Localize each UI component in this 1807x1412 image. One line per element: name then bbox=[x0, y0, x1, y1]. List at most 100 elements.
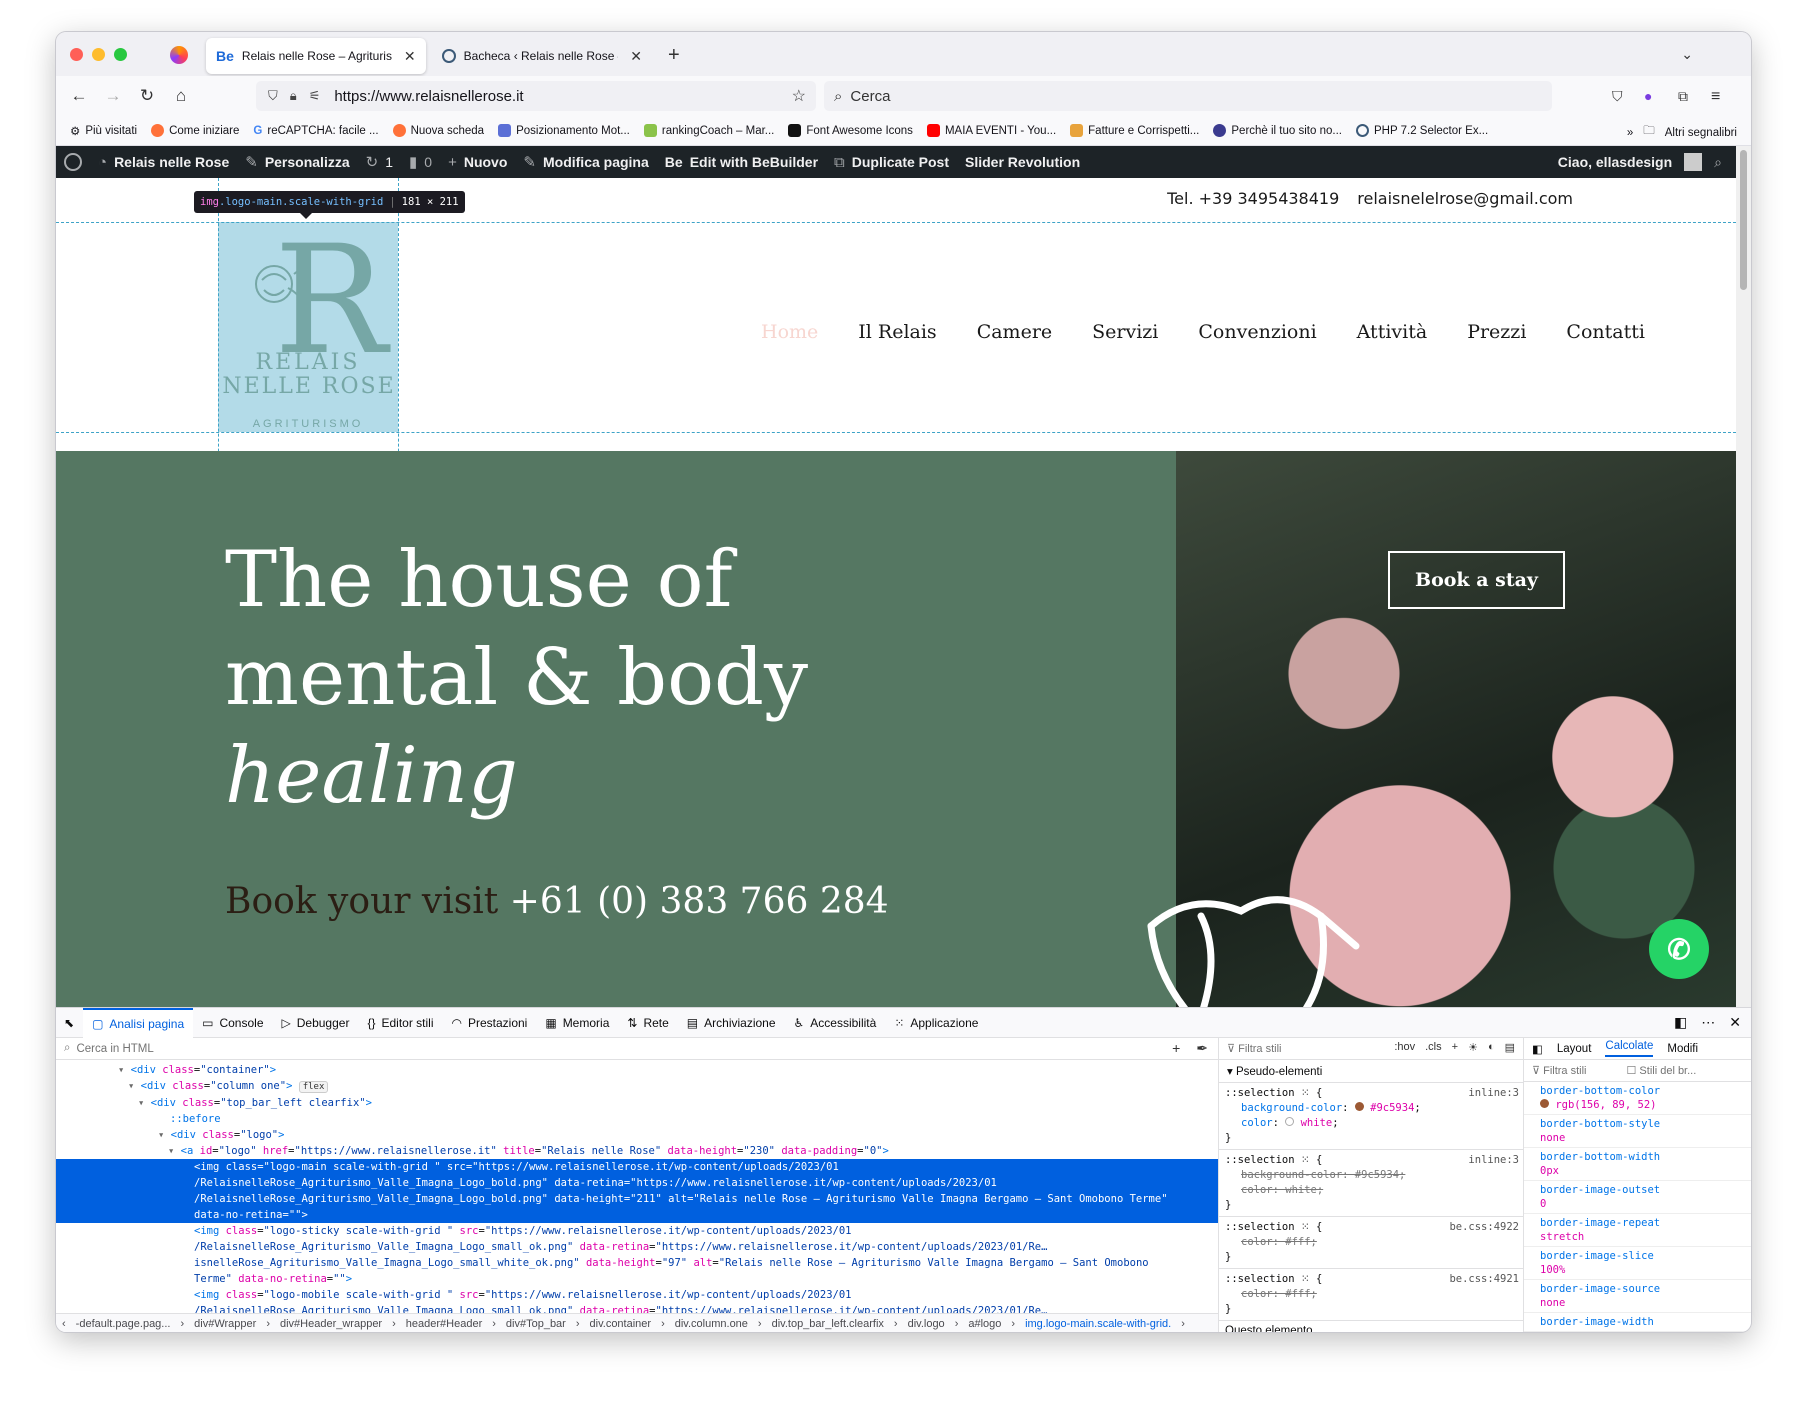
minimize-window-button[interactable] bbox=[92, 48, 105, 61]
chevron-left-icon[interactable]: ‹ bbox=[62, 1318, 66, 1330]
bookmark-item[interactable]: Nuova scheda bbox=[392, 124, 484, 137]
site-logo[interactable]: R RELAIS NELLE ROSE AGRITURISMO bbox=[218, 214, 398, 432]
close-tab-icon[interactable]: ✕ bbox=[630, 48, 642, 65]
close-devtools-icon[interactable]: ✕ bbox=[1729, 1014, 1741, 1031]
phone-link[interactable]: Tel. +39 3495438419 bbox=[1167, 189, 1339, 208]
breadcrumb-item[interactable]: img.logo-main.scale-with-grid. bbox=[1025, 1318, 1171, 1330]
breadcrumb-item[interactable]: div.logo bbox=[908, 1318, 945, 1330]
computed-property[interactable]: border-image-outset 0 bbox=[1524, 1181, 1751, 1214]
address-bar[interactable]: ⛉ 🔒︎ ⚟ https://www.relaisnellerose.it ☆ bbox=[256, 81, 816, 111]
computed-property[interactable]: border-image-source none bbox=[1524, 1280, 1751, 1313]
tab-application[interactable]: ⁙ Applicazione bbox=[885, 1008, 987, 1038]
bookmark-item[interactable]: Come iniziare bbox=[151, 124, 239, 137]
bookmarks-overflow[interactable]: » 🗀︎ Altri segnalibri bbox=[1627, 123, 1737, 142]
more-options-icon[interactable]: ⋯ bbox=[1701, 1014, 1715, 1031]
tab-storage[interactable]: ▤ Archiviazione bbox=[678, 1008, 785, 1038]
tab-inspector[interactable]: ▢ Analisi pagina bbox=[83, 1007, 194, 1038]
menu-item-il-relais[interactable]: Il Relais bbox=[858, 321, 936, 343]
menu-item-prezzi[interactable]: Prezzi bbox=[1467, 321, 1526, 343]
home-icon[interactable]: ⌂ bbox=[170, 86, 192, 106]
list-tabs-chevron-icon[interactable]: ⌄ bbox=[1681, 46, 1693, 63]
bookmark-item[interactable]: rankingCoach – Mar... bbox=[643, 124, 774, 137]
breadcrumb-item[interactable]: div#Wrapper bbox=[194, 1318, 256, 1330]
book-a-stay-button[interactable]: Book a stay bbox=[1388, 551, 1565, 609]
css-rule[interactable]: ::selection ⁙ {inline:3 background-color… bbox=[1219, 1150, 1523, 1217]
bookmark-item[interactable]: Posizionamento Mot... bbox=[498, 124, 630, 137]
hov-toggle[interactable]: :hov bbox=[1394, 1041, 1415, 1054]
computed-property[interactable]: border-bottom-width 0px bbox=[1524, 1148, 1751, 1181]
wp-account[interactable]: Ciao, ellasdesign ⌕ bbox=[1558, 146, 1722, 178]
forward-arrow-icon[interactable]: → bbox=[102, 86, 124, 106]
computed-filter[interactable]: ⊽ Filtra stili ☐ Stili del br... bbox=[1524, 1060, 1751, 1082]
menu-item-convenzioni[interactable]: Convenzioni bbox=[1198, 321, 1316, 343]
tab-layout[interactable]: Layout bbox=[1557, 1043, 1592, 1055]
cls-toggle[interactable]: .cls bbox=[1425, 1041, 1442, 1054]
tab-style-editor[interactable]: {} Editor stili bbox=[358, 1008, 442, 1038]
dark-mode-icon[interactable]: ◐ bbox=[1488, 1041, 1495, 1054]
wp-updates[interactable]: ↻ 1 bbox=[358, 153, 401, 171]
menu-hamburger-icon[interactable]: ≡ bbox=[1711, 88, 1720, 106]
wp-site-name[interactable]: ◔ Relais nelle Rose bbox=[90, 154, 237, 171]
new-tab-button[interactable]: + bbox=[668, 44, 680, 67]
tab-relais[interactable]: Be Relais nelle Rose – Agriturismo V ✕ bbox=[206, 38, 426, 74]
wp-customize[interactable]: ✎ Personalizza bbox=[237, 153, 357, 171]
page-scrollbar[interactable] bbox=[1736, 146, 1751, 1007]
tab-changes[interactable]: Modifi bbox=[1667, 1043, 1698, 1055]
zoom-window-button[interactable] bbox=[114, 48, 127, 61]
tab-debugger[interactable]: ▷ Debugger bbox=[273, 1008, 359, 1038]
bookmark-item[interactable]: MAIA EVENTI - You... bbox=[926, 124, 1056, 137]
visit-phone[interactable]: +61 (0) 383 766 284 bbox=[510, 881, 889, 922]
close-window-button[interactable] bbox=[70, 48, 83, 61]
breadcrumb-item[interactable]: div#Top_bar bbox=[506, 1318, 566, 1330]
bookmark-item[interactable]: GreCAPTCHA: facile ... bbox=[253, 125, 378, 137]
eyedropper-icon[interactable]: ✒ bbox=[1196, 1040, 1208, 1057]
computed-property[interactable]: border-image-width bbox=[1524, 1313, 1751, 1332]
tab-accessibility[interactable]: ♿︎ Accessibilità bbox=[785, 1008, 886, 1038]
dock-icon[interactable]: ◧ bbox=[1674, 1014, 1687, 1031]
sidebar-toggle-icon[interactable]: ◧ bbox=[1532, 1042, 1543, 1056]
css-rule[interactable]: ::selection ⁙ {be.css:4922 color: #fff; … bbox=[1219, 1217, 1523, 1269]
wp-slider[interactable]: Slider Revolution bbox=[957, 154, 1088, 170]
browser-styles-checkbox[interactable]: ☐ Stili del br... bbox=[1627, 1064, 1697, 1077]
tab-computed[interactable]: Calcolate bbox=[1605, 1040, 1654, 1057]
css-rule[interactable]: ::selection ⁙ {be.css:4921 color: #fff; … bbox=[1219, 1269, 1523, 1321]
menu-item-camere[interactable]: Camere bbox=[977, 321, 1052, 343]
css-rule[interactable]: ::selection ⁙ {inline:3 background-color… bbox=[1219, 1083, 1523, 1150]
pocket-icon[interactable]: ⛉ bbox=[1612, 88, 1623, 105]
permissions-icon[interactable]: ⚟ bbox=[309, 88, 321, 104]
whatsapp-button[interactable]: ✆ bbox=[1649, 919, 1709, 979]
bookmark-item[interactable]: Fatture e Corrispetti... bbox=[1070, 124, 1199, 137]
breadcrumb-item[interactable]: div#Header_wrapper bbox=[280, 1318, 382, 1330]
bookmark-item[interactable]: Font Awesome Icons bbox=[788, 124, 913, 137]
print-icon[interactable]: ▤ bbox=[1505, 1041, 1515, 1054]
html-search[interactable]: ⌕ Cerca in HTML + ✒ bbox=[56, 1038, 1218, 1060]
firefox-view-icon[interactable] bbox=[170, 46, 188, 64]
search-icon[interactable]: ⌕ bbox=[1714, 154, 1722, 171]
computed-property[interactable]: border-bottom-color rgb(156, 89, 52) bbox=[1524, 1082, 1751, 1115]
bookmark-item[interactable]: PHP 7.2 Selector Ex... bbox=[1355, 124, 1488, 137]
menu-item-home[interactable]: Home bbox=[761, 321, 818, 343]
scroll-thumb[interactable] bbox=[1740, 150, 1747, 290]
element-picker-icon[interactable]: ⬉ bbox=[56, 1008, 83, 1038]
menu-item-attivita[interactable]: Attività bbox=[1357, 321, 1428, 343]
light-mode-icon[interactable]: ☀ bbox=[1468, 1041, 1478, 1054]
wp-new[interactable]: + Nuovo bbox=[440, 154, 515, 171]
breadcrumb-item[interactable]: -default.page.pag... bbox=[76, 1318, 171, 1330]
bookmark-item[interactable]: Perchè il tuo sito no... bbox=[1213, 124, 1342, 137]
bookmark-star-icon[interactable]: ☆ bbox=[792, 86, 806, 106]
tab-bacheca[interactable]: Bacheca ‹ Relais nelle Rose — W ✕ bbox=[432, 38, 652, 74]
tab-console[interactable]: ▭ Console bbox=[193, 1008, 272, 1038]
wp-duplicate[interactable]: ⧉ Duplicate Post bbox=[826, 154, 957, 171]
close-tab-icon[interactable]: ✕ bbox=[404, 48, 416, 65]
tab-performance[interactable]: ◠ Prestazioni bbox=[442, 1008, 536, 1038]
wp-edit-page[interactable]: ✎ Modifica pagina bbox=[515, 153, 656, 171]
search-field[interactable]: ⌕ Cerca bbox=[824, 81, 1552, 111]
lock-icon[interactable]: 🔒︎ bbox=[290, 88, 297, 104]
wp-comments[interactable]: ▮ 0 bbox=[401, 153, 440, 171]
chevron-right-icon[interactable]: › bbox=[1181, 1318, 1185, 1330]
wordpress-logo-icon[interactable] bbox=[56, 153, 90, 171]
breadcrumb-item[interactable]: div.container bbox=[590, 1318, 652, 1330]
back-arrow-icon[interactable]: ← bbox=[68, 86, 90, 106]
breadcrumb-item[interactable]: a#logo bbox=[968, 1318, 1001, 1330]
tab-network[interactable]: ⇅ Rete bbox=[618, 1008, 677, 1038]
